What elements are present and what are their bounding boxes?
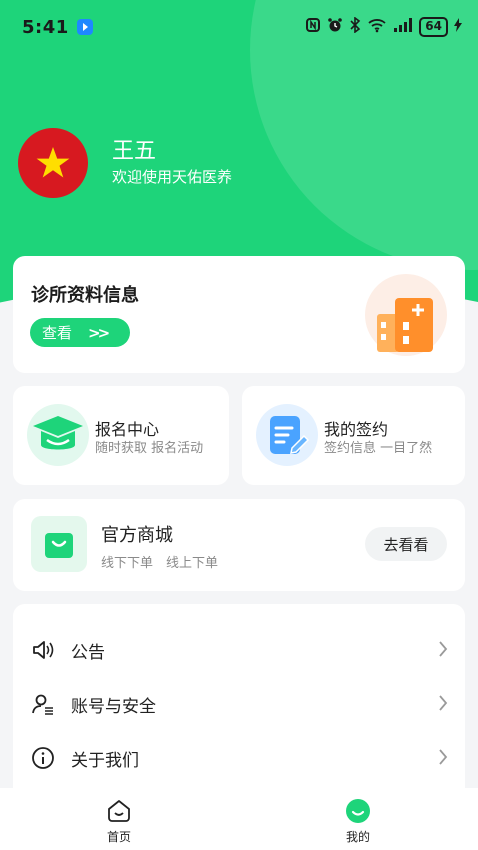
speaker-icon bbox=[31, 638, 55, 662]
graduation-cap-icon bbox=[27, 404, 89, 466]
official-mall-title: 官方商城 bbox=[101, 525, 173, 546]
shopping-bag-icon bbox=[31, 516, 87, 572]
status-icons: 64 bbox=[305, 16, 462, 37]
signup-center-card[interactable]: 报名中心 随时获取 报名活动 bbox=[13, 386, 229, 485]
nfc-icon bbox=[305, 17, 321, 37]
menu-item-label: 关于我们 bbox=[71, 751, 139, 771]
app-notification-icon bbox=[76, 19, 93, 35]
bluetooth-icon bbox=[349, 16, 361, 37]
status-time: 5:41 bbox=[22, 16, 69, 38]
profile-text: 王五 欢迎使用天佑医养 bbox=[112, 138, 232, 188]
signal-icon bbox=[393, 18, 413, 36]
double-chevron-icon: >> bbox=[88, 323, 110, 342]
wifi-icon bbox=[367, 17, 387, 37]
status-bar: 5:41 64 bbox=[22, 14, 462, 40]
view-button[interactable]: 查看 >> bbox=[30, 318, 130, 347]
menu-item-account-security[interactable]: 账号与安全 bbox=[13, 684, 465, 724]
contract-document-icon bbox=[256, 404, 318, 466]
menu-item-announcement[interactable]: 公告 bbox=[13, 630, 465, 670]
tab-home-label: 首页 bbox=[106, 830, 131, 844]
info-icon bbox=[31, 746, 55, 770]
menu-item-label: 账号与安全 bbox=[71, 697, 156, 717]
view-button-label: 查看 bbox=[42, 324, 73, 342]
user-security-icon bbox=[31, 692, 55, 716]
mine-icon bbox=[345, 798, 371, 824]
status-time-group: 5:41 bbox=[22, 17, 93, 38]
menu-item-label: 公告 bbox=[71, 643, 105, 663]
avatar[interactable] bbox=[18, 128, 88, 198]
clinic-info-card[interactable]: 诊所资料信息 查看 >> bbox=[13, 256, 465, 373]
home-icon bbox=[106, 798, 132, 824]
chevron-right-icon bbox=[437, 692, 449, 718]
alarm-icon bbox=[327, 17, 343, 37]
bottom-tab-bar: 首页 我的 bbox=[0, 788, 478, 850]
my-contract-subtitle: 签约信息 一目了然 bbox=[324, 441, 433, 456]
welcome-text: 欢迎使用天佑医养 bbox=[112, 168, 233, 186]
user-profile[interactable]: 王五 欢迎使用天佑医养 bbox=[18, 128, 232, 198]
battery-indicator: 64 bbox=[419, 17, 448, 37]
user-name: 王五 bbox=[112, 139, 157, 164]
menu-item-about-us[interactable]: 关于我们 bbox=[13, 738, 465, 778]
header-decor-circle bbox=[250, 0, 478, 270]
tab-mine[interactable]: 我的 bbox=[328, 798, 388, 845]
chevron-right-icon bbox=[437, 638, 449, 664]
signup-center-subtitle: 随时获取 报名活动 bbox=[95, 441, 204, 456]
tab-mine-label: 我的 bbox=[345, 830, 370, 844]
go-see-button[interactable]: 去看看 bbox=[365, 527, 447, 561]
charging-icon bbox=[454, 18, 462, 36]
building-icon bbox=[365, 274, 447, 356]
chevron-right-icon bbox=[437, 746, 449, 772]
tab-home[interactable]: 首页 bbox=[89, 798, 149, 845]
my-contract-card[interactable]: 我的签约 签约信息 一目了然 bbox=[242, 386, 465, 485]
official-mall-subtitle: 线下下单 线上下单 bbox=[101, 556, 219, 571]
settings-menu: 公告 账号与安全 关于我们 bbox=[13, 604, 465, 804]
clinic-info-title: 诊所资料信息 bbox=[31, 285, 139, 306]
official-mall-card[interactable]: 官方商城 线下下单 线上下单 去看看 bbox=[13, 499, 465, 591]
star-icon bbox=[36, 147, 70, 178]
